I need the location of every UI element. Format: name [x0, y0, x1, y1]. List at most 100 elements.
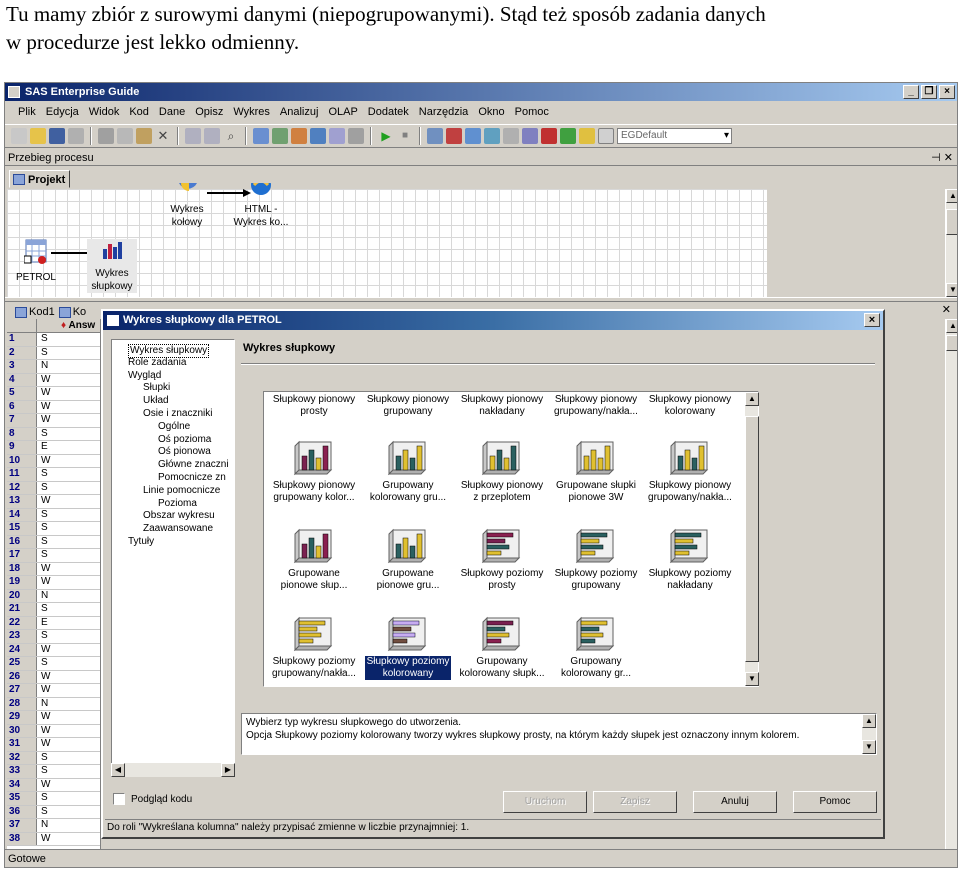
menu-item[interactable]: Narzędzia	[414, 106, 474, 118]
table-row[interactable]: 23 S	[7, 630, 100, 644]
table-row[interactable]: 5W	[7, 387, 100, 401]
cell-value[interactable]: S	[37, 765, 48, 778]
save-icon[interactable]	[49, 128, 65, 144]
preview-code-checkbox[interactable]	[113, 793, 125, 805]
table-row[interactable]: 20 N	[7, 589, 100, 603]
table-row[interactable]: 16 S	[7, 535, 100, 549]
cell-value[interactable]: W	[37, 833, 50, 846]
cell-value[interactable]: W	[37, 455, 50, 468]
chart-icon[interactable]	[291, 128, 307, 144]
cell-value[interactable]: S	[37, 428, 48, 441]
help-button[interactable]: Pomoc	[793, 791, 877, 813]
cell-value[interactable]: W	[37, 779, 50, 792]
flow-vscroll[interactable]: ▲ ▼	[945, 189, 957, 297]
process-flow-grid[interactable]: Wykres kołowy HTML - Wykres ko... PETROL	[7, 175, 767, 297]
cut-icon[interactable]	[98, 128, 114, 144]
description-scroll[interactable]: ▲ ▼	[862, 714, 876, 754]
new-icon[interactable]	[11, 128, 27, 144]
menu-item[interactable]: Edycja	[41, 106, 84, 118]
dialog-close-button[interactable]: ×	[864, 313, 880, 327]
cancel-button[interactable]: Anuluj	[693, 791, 777, 813]
cell-value[interactable]: S	[37, 468, 48, 481]
tree-item[interactable]: Linie pomocnicze	[143, 485, 220, 497]
cell-value[interactable]: S	[37, 630, 48, 643]
table-icon[interactable]	[310, 128, 326, 144]
save-button[interactable]: Zapisz	[593, 791, 677, 813]
gallery-item[interactable]: Słupkowy poziomy grupowany	[550, 522, 642, 594]
gallery-vscroll[interactable]: ▲ ▼	[744, 392, 759, 686]
gallery-item-partial[interactable]: Słupkowy pionowy grupowany	[362, 394, 454, 418]
menu-item[interactable]: Okno	[473, 106, 509, 118]
table-row[interactable]: 26 W	[7, 670, 100, 684]
table-row[interactable]: 4W	[7, 373, 100, 387]
table-row[interactable]: 17 S	[7, 549, 100, 563]
cell-value[interactable]: S	[37, 792, 48, 805]
paste-icon[interactable]	[136, 128, 152, 144]
cell-value[interactable]: W	[37, 563, 50, 576]
project-tab[interactable]: Projekt	[9, 170, 71, 188]
table-row[interactable]: 29 W	[7, 711, 100, 725]
table-row[interactable]: 11 S	[7, 468, 100, 482]
cell-value[interactable]: W	[37, 576, 50, 589]
node-petrol[interactable]: PETROL	[13, 239, 59, 284]
table-row[interactable]: 25 S	[7, 657, 100, 671]
menu-item[interactable]: OLAP	[323, 106, 362, 118]
menu-item[interactable]: Plik	[13, 106, 41, 118]
gallery-item-partial[interactable]: Słupkowy pionowy grupowany/nakła...	[550, 394, 642, 418]
gallery-item[interactable]: Słupkowy pionowy z przeplotem	[456, 434, 548, 506]
tree-item[interactable]: Pomocnicze zn	[158, 472, 226, 484]
gallery-item[interactable]: Słupkowy pionowy grupowany/nakła...	[644, 434, 736, 506]
cell-value[interactable]: W	[37, 414, 50, 427]
table-row[interactable]: 9E	[7, 441, 100, 455]
table-row[interactable]: 31 W	[7, 738, 100, 752]
table-row[interactable]: 34 W	[7, 778, 100, 792]
gallery-item[interactable]: Słupkowy poziomy nakładany	[644, 522, 736, 594]
cell-value[interactable]: W	[37, 684, 50, 697]
style-icon[interactable]	[598, 128, 614, 144]
menu-item[interactable]: Dodatek	[363, 106, 414, 118]
table-row[interactable]: 32 S	[7, 751, 100, 765]
preview-code-row[interactable]: Podgląd kodu	[113, 793, 192, 805]
menu-item[interactable]: Widok	[84, 106, 125, 118]
column-header-answ[interactable]: Answ	[69, 320, 96, 331]
gallery-item-partial[interactable]: Słupkowy pionowy kolorowany	[644, 394, 736, 418]
doc-icon[interactable]	[503, 128, 519, 144]
menu-item[interactable]: Wykres	[228, 106, 275, 118]
desc-scroll-up-icon[interactable]: ▲	[862, 714, 876, 728]
cell-value[interactable]: W	[37, 644, 50, 657]
stop-icon[interactable]: ■	[397, 128, 413, 144]
scroll-thumb[interactable]	[946, 209, 957, 235]
cell-value[interactable]: S	[37, 333, 48, 346]
cell-value[interactable]: W	[37, 387, 50, 400]
tree-item[interactable]: Zaawansowane	[143, 523, 213, 535]
lower-scroll-up-icon[interactable]: ▲	[946, 319, 957, 333]
node-bar-chart[interactable]: Wykres słupkowy	[87, 239, 137, 293]
cell-value[interactable]: N	[37, 819, 48, 832]
cell-value[interactable]: S	[37, 657, 48, 670]
tree-item[interactable]: Pozioma	[158, 498, 197, 510]
table-row[interactable]: 36 S	[7, 805, 100, 819]
help-icon[interactable]	[579, 128, 595, 144]
table-row[interactable]: 13 W	[7, 495, 100, 509]
cell-value[interactable]: W	[37, 725, 50, 738]
menu-item[interactable]: Kod	[124, 106, 154, 118]
gallery-item[interactable]: Grupowane słupki pionowe 3W	[550, 434, 642, 506]
table-row[interactable]: 22 E	[7, 616, 100, 630]
open-icon[interactable]	[30, 128, 46, 144]
cell-value[interactable]: W	[37, 671, 50, 684]
run-icon[interactable]: ▶	[378, 128, 394, 144]
table-row[interactable]: 28 N	[7, 697, 100, 711]
table-row[interactable]: 1S	[7, 333, 100, 347]
gallery-item[interactable]: Grupowany kolorowany gru...	[362, 434, 454, 506]
gallery-scroll-up-icon[interactable]: ▲	[745, 392, 759, 406]
cell-value[interactable]: S	[37, 806, 48, 819]
table-row[interactable]: 30 W	[7, 724, 100, 738]
tree-item[interactable]: Osie i znaczniki	[143, 408, 212, 420]
lower-close-icon[interactable]: ✕	[942, 303, 951, 316]
cell-value[interactable]: E	[37, 441, 48, 454]
table-row[interactable]: 24 W	[7, 643, 100, 657]
cell-value[interactable]: S	[37, 752, 48, 765]
cell-value[interactable]: S	[37, 522, 48, 535]
table-row[interactable]: 10 W	[7, 454, 100, 468]
cell-value[interactable]: W	[37, 738, 50, 751]
